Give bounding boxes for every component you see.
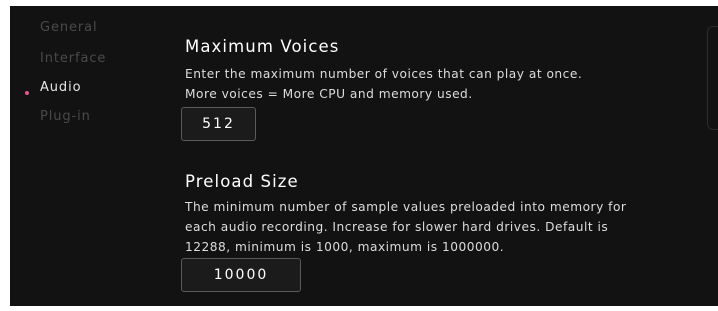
max-voices-desc-line: Enter the maximum number of voices that … bbox=[185, 67, 583, 81]
max-voices-input[interactable] bbox=[181, 107, 256, 141]
sidebar-item-plug-in[interactable]: Plug-in bbox=[40, 109, 91, 124]
preload-size-desc-line: The minimum number of sample values prel… bbox=[185, 200, 627, 214]
sidebar-item-interface[interactable]: Interface bbox=[40, 51, 106, 66]
preload-size-input[interactable] bbox=[181, 258, 301, 292]
preload-size-title: Preload Size bbox=[185, 172, 299, 191]
preferences-window: General Interface Audio Plug-in Maximum … bbox=[10, 6, 718, 306]
preload-size-desc-line: each audio recording. Increase for slowe… bbox=[185, 220, 609, 234]
sidebar-item-audio[interactable]: Audio bbox=[40, 80, 81, 95]
adjacent-panel-edge bbox=[707, 26, 718, 130]
max-voices-title: Maximum Voices bbox=[185, 37, 340, 56]
preload-size-description: The minimum number of sample values prel… bbox=[185, 197, 626, 257]
active-indicator-dot bbox=[25, 91, 29, 95]
sidebar-item-general[interactable]: General bbox=[40, 20, 98, 35]
max-voices-description: Enter the maximum number of voices that … bbox=[185, 64, 582, 104]
preferences-sidebar: General Interface Audio Plug-in bbox=[10, 6, 170, 306]
preload-size-desc-line: 12288, minimum is 1000, maximum is 10000… bbox=[185, 240, 505, 254]
max-voices-desc-line: More voices = More CPU and memory used. bbox=[185, 87, 473, 101]
